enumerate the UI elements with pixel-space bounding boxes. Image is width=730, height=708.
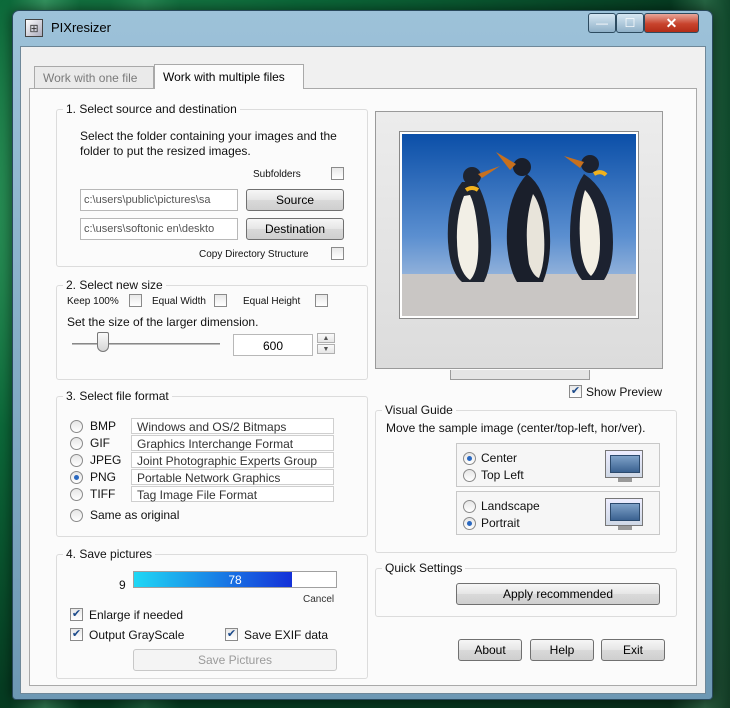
destination-path-field[interactable]: c:\users\softonic en\deskto (80, 218, 238, 240)
format-radio-gif[interactable] (70, 437, 83, 450)
landscape-label: Landscape (481, 499, 540, 513)
center-radio[interactable] (463, 452, 476, 465)
apply-recommended-button[interactable]: Apply recommended (456, 583, 660, 605)
penguins-image (402, 134, 636, 316)
monitor-icon (605, 450, 643, 482)
size-group-label: 2. Select new size (66, 278, 163, 292)
new-size-group: 2. Select new size Keep 100% Equal Width… (56, 278, 368, 380)
equal-height-label: Equal Height (243, 296, 301, 307)
same-as-original-label: Same as original (90, 508, 180, 522)
topleft-radio[interactable] (463, 469, 476, 482)
source-button[interactable]: Source (246, 189, 344, 211)
subfolders-checkbox[interactable] (331, 167, 344, 180)
preview-stand (450, 370, 590, 380)
progress-text: 78 (228, 573, 242, 587)
format-desc-jpeg: Joint Photographic Experts Group (131, 452, 334, 468)
enlarge-checkbox[interactable] (70, 608, 83, 621)
format-name-gif: GIF (90, 436, 110, 450)
help-button[interactable]: Help (530, 639, 594, 661)
format-desc-bmp: Windows and OS/2 Bitmaps (131, 418, 334, 434)
format-group-label: 3. Select file format (66, 389, 169, 403)
show-preview-checkbox[interactable] (569, 385, 582, 398)
quick-settings-label: Quick Settings (385, 561, 463, 575)
file-count: 9 (119, 578, 126, 592)
equal-height-checkbox[interactable] (315, 294, 328, 307)
minimize-button[interactable]: — (588, 13, 616, 33)
app-icon: ⊞ (25, 19, 43, 37)
keep-100-checkbox[interactable] (129, 294, 142, 307)
progress-bar: 78 (133, 571, 337, 588)
exit-button[interactable]: Exit (601, 639, 665, 661)
topleft-label: Top Left (481, 468, 524, 482)
center-label: Center (481, 451, 518, 465)
format-desc-tiff: Tag Image File Format (131, 486, 334, 502)
portrait-label: Portrait (481, 516, 520, 530)
size-slider-thumb[interactable] (97, 332, 109, 352)
source-description: Select the folder containing your images… (80, 129, 337, 158)
landscape-radio[interactable] (463, 500, 476, 513)
preview-frame (375, 111, 663, 369)
close-button[interactable]: ✕ (644, 13, 699, 33)
format-radio-tiff[interactable] (70, 488, 83, 501)
cancel-link[interactable]: Cancel (303, 594, 334, 605)
enlarge-label: Enlarge if needed (89, 608, 184, 622)
about-button[interactable]: About (458, 639, 522, 661)
app-window: ⊞ PIXresizer — ☐ ✕ Work with one file Wo… (12, 10, 713, 700)
format-radio-png[interactable] (70, 471, 83, 484)
maximize-button[interactable]: ☐ (616, 13, 644, 33)
size-up-button[interactable]: ▲ (317, 333, 335, 343)
save-pictures-button[interactable]: Save Pictures (133, 649, 337, 671)
save-group-label: 4. Save pictures (66, 547, 153, 561)
subfolders-label: Subfolders (253, 169, 301, 180)
tab-one-file[interactable]: Work with one file (34, 66, 154, 89)
format-radio-bmp[interactable] (70, 420, 83, 433)
source-destination-group: 1. Select source and destination Select … (56, 102, 368, 267)
tab-panel: 1. Select source and destination Select … (29, 88, 697, 686)
monitor-icon (605, 498, 643, 530)
show-preview-label: Show Preview (586, 385, 663, 399)
format-name-jpeg: JPEG (90, 453, 122, 467)
visual-guide-group: Visual Guide Move the sample image (cent… (375, 403, 677, 553)
exif-checkbox[interactable] (225, 628, 238, 641)
orientation-box: Landscape Portrait (456, 491, 660, 535)
visual-guide-label: Visual Guide (385, 403, 453, 417)
format-desc-png: Portable Network Graphics (131, 469, 334, 485)
client-area: Work with one file Work with multiple fi… (20, 46, 706, 694)
source-group-label: 1. Select source and destination (66, 102, 237, 116)
preview-image[interactable] (399, 131, 639, 319)
destination-button[interactable]: Destination (246, 218, 344, 240)
grayscale-checkbox[interactable] (70, 628, 83, 641)
save-pictures-group: 4. Save pictures 9 78 Cancel Enlarge if … (56, 547, 368, 679)
visual-guide-instruction: Move the sample image (center/top-left, … (386, 421, 646, 435)
file-format-group: 3. Select file format BMP Windows and OS… (56, 389, 368, 537)
quick-settings-group: Quick Settings Apply recommended (375, 561, 677, 617)
format-name-bmp: BMP (90, 419, 117, 433)
position-box: Center Top Left (456, 443, 660, 487)
size-value-field[interactable]: 600 (233, 334, 313, 356)
exif-label: Save EXIF data (244, 628, 329, 642)
copy-structure-label: Copy Directory Structure (199, 249, 309, 260)
size-slider-track[interactable] (72, 343, 220, 345)
equal-width-checkbox[interactable] (214, 294, 227, 307)
format-name-tiff: TIFF (90, 487, 116, 501)
source-path-field[interactable]: c:\users\public\pictures\sa (80, 189, 238, 211)
grayscale-label: Output GrayScale (89, 628, 185, 642)
portrait-radio[interactable] (463, 517, 476, 530)
format-desc-gif: Graphics Interchange Format (131, 435, 334, 451)
tab-multiple-files[interactable]: Work with multiple files (154, 64, 304, 89)
keep-100-label: Keep 100% (67, 296, 119, 307)
size-down-button[interactable]: ▼ (317, 344, 335, 354)
format-name-png: PNG (90, 470, 117, 484)
format-radio-original[interactable] (70, 509, 83, 522)
window-title: PIXresizer (51, 20, 111, 35)
equal-width-label: Equal Width (152, 296, 206, 307)
title-bar[interactable]: ⊞ PIXresizer — ☐ ✕ (13, 11, 712, 43)
format-radio-jpeg[interactable] (70, 454, 83, 467)
copy-structure-checkbox[interactable] (331, 247, 344, 260)
size-instruction: Set the size of the larger dimension. (67, 315, 259, 329)
